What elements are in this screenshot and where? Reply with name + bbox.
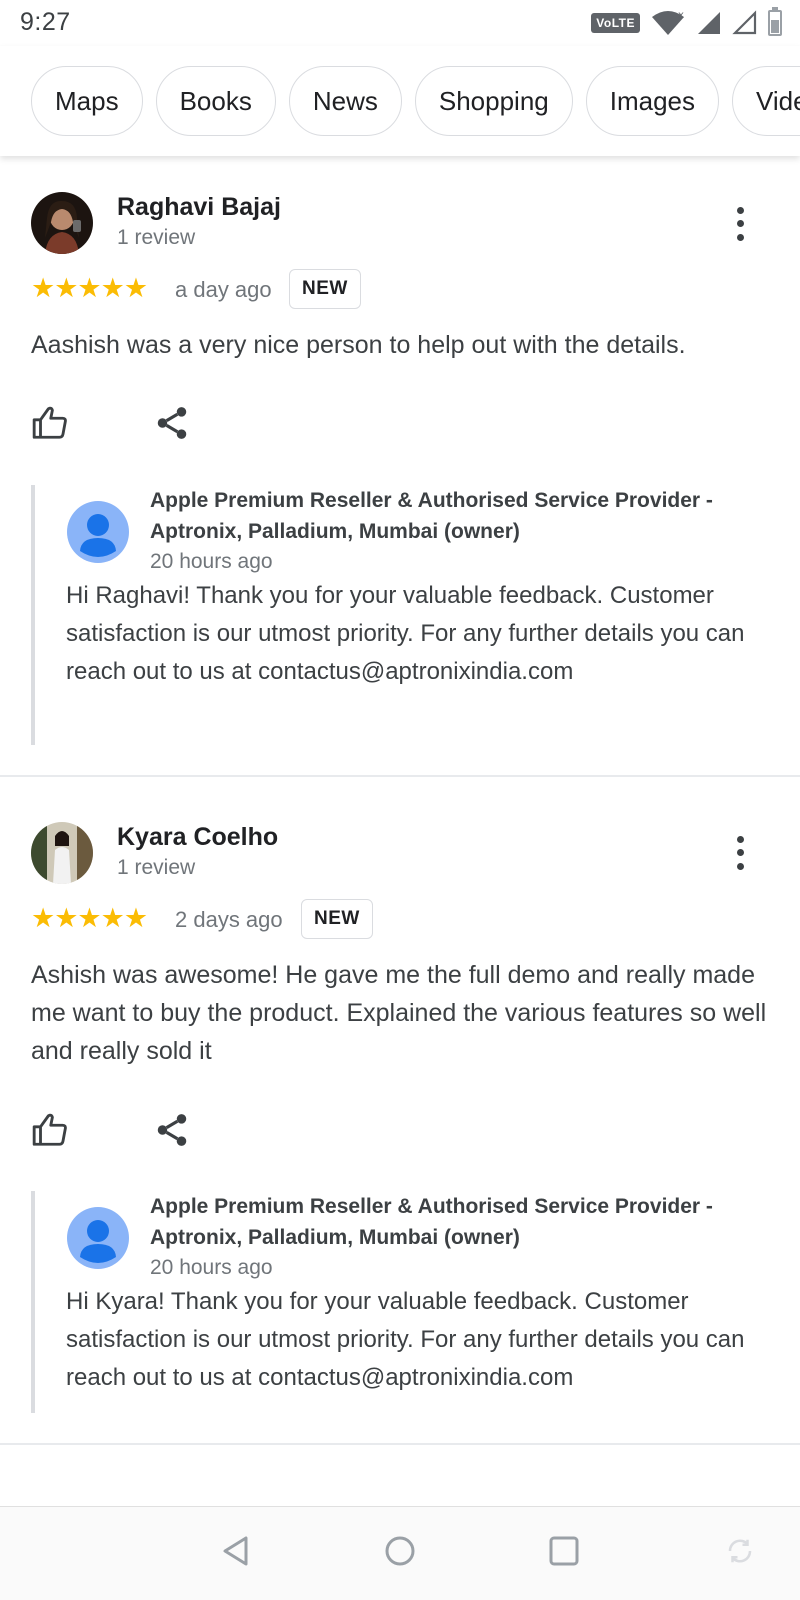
home-button[interactable] (378, 1529, 422, 1573)
chip-shopping[interactable]: Shopping (414, 66, 573, 136)
svg-text:x: x (678, 10, 684, 21)
owner-reply: Apple Premium Reseller & Authorised Serv… (31, 1191, 771, 1413)
reviewer-avatar[interactable] (31, 192, 93, 254)
wifi-icon: x (652, 10, 684, 35)
search-chips-bar: Maps Books News Shopping Images Videos (0, 46, 800, 156)
star-rating: ★★★★★ (31, 273, 148, 303)
rotate-icon (728, 1539, 752, 1563)
divider (0, 775, 800, 777)
owner-name: Apple Premium Reseller & Authorised Serv… (150, 489, 713, 543)
chips-row: Maps Books News Shopping Images Videos (31, 66, 800, 136)
owner-name: Apple Premium Reseller & Authorised Serv… (150, 1195, 713, 1249)
reply-time: 20 hours ago (150, 550, 273, 573)
reviewer-name[interactable]: Kyara Coelho (117, 823, 278, 852)
signal-empty-icon (732, 10, 757, 35)
review-time: 2 days ago (175, 907, 283, 932)
reply-text: Hi Raghavi! Thank you for your valuable … (66, 582, 745, 685)
system-nav-bar (0, 1506, 800, 1600)
thumbs-up-icon (32, 1113, 67, 1146)
back-icon (223, 1536, 248, 1566)
chip-maps[interactable]: Maps (31, 66, 143, 136)
share-icon (157, 407, 187, 439)
more-options-button[interactable] (730, 833, 750, 873)
reply-time: 20 hours ago (150, 1256, 273, 1279)
recents-icon (549, 1536, 579, 1566)
like-button[interactable] (31, 1111, 71, 1151)
person-icon (80, 514, 116, 557)
status-icons: VoLTE x (591, 7, 782, 38)
reviewer-avatar[interactable] (31, 822, 93, 884)
back-button[interactable] (214, 1529, 258, 1573)
review-text: Ashish was awesome! He gave me the full … (31, 961, 767, 1065)
thumbs-up-icon (32, 406, 67, 439)
status-bar: 9:27 VoLTE x (0, 0, 800, 46)
like-button[interactable] (31, 404, 71, 444)
chip-videos[interactable]: Videos (732, 66, 800, 136)
review-count: 1 review (117, 226, 196, 249)
owner-reply: Apple Premium Reseller & Authorised Serv… (31, 485, 771, 745)
chip-books[interactable]: Books (155, 66, 276, 136)
chip-news[interactable]: News (288, 66, 402, 136)
battery-icon (768, 7, 782, 36)
chip-images[interactable]: Images (585, 66, 720, 136)
more-options-button[interactable] (730, 204, 750, 244)
review-count: 1 review (117, 856, 196, 879)
new-badge: NEW (301, 899, 373, 939)
new-badge: NEW (289, 269, 361, 309)
divider (0, 1443, 800, 1445)
reviewer-name[interactable]: Raghavi Bajaj (117, 193, 281, 222)
review-text: Aashish was a very nice person to help o… (31, 331, 686, 359)
owner-avatar (67, 501, 129, 563)
signal-icon (698, 12, 720, 34)
share-icon (157, 1114, 187, 1146)
home-icon (385, 1536, 415, 1566)
share-button[interactable] (153, 1111, 193, 1151)
recents-button[interactable] (542, 1529, 586, 1573)
person-icon (80, 1220, 116, 1263)
volte-badge: VoLTE (591, 13, 640, 33)
status-time: 9:27 (20, 8, 71, 36)
star-rating: ★★★★★ (31, 903, 148, 933)
share-button[interactable] (153, 404, 193, 444)
rotate-button[interactable] (718, 1529, 762, 1573)
reply-text: Hi Kyara! Thank you for your valuable fe… (66, 1288, 745, 1391)
review-time: a day ago (175, 277, 272, 302)
owner-avatar (67, 1207, 129, 1269)
